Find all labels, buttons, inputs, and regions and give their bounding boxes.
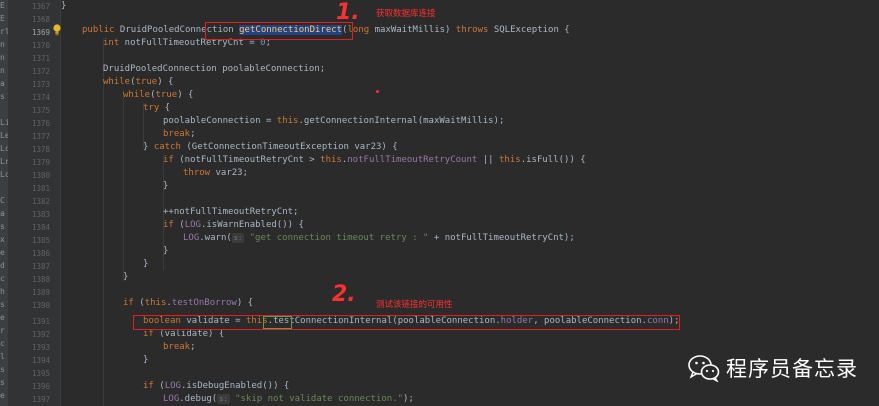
- project-tree-fragment[interactable]: h: [0, 286, 8, 298]
- line-number[interactable]: 1394: [16, 354, 50, 367]
- project-tree-fragment[interactable]: Lc: [0, 143, 8, 155]
- line-number[interactable]: 1391: [16, 315, 50, 328]
- line-number[interactable]: 1389: [16, 286, 50, 299]
- code-line-1380[interactable]: throw var23;: [183, 167, 248, 180]
- line-number[interactable]: 1379: [16, 156, 50, 169]
- project-tree-fragment[interactable]: e: [0, 312, 8, 324]
- project-tree-fragment[interactable]: E: [0, 13, 8, 25]
- code-line-1372[interactable]: DruidPooledConnection poolableConnection…: [103, 63, 325, 76]
- project-tree-fragment[interactable]: s: [0, 364, 8, 376]
- annotation-label-1: 获取数据库连接: [376, 9, 436, 19]
- line-number[interactable]: 1397: [16, 393, 50, 406]
- line-number[interactable]: 1373: [16, 78, 50, 91]
- line-number[interactable]: 1396: [16, 380, 50, 393]
- project-tree-fragment[interactable]: e: [0, 390, 8, 402]
- editor-gutter: 1367 1368 1369 1370 1371 1372 1373 1374 1375 1376…: [8, 0, 61, 406]
- annotation-number-2: 2.: [332, 282, 356, 307]
- annotation-box-test-connection: [133, 315, 680, 330]
- code-line-1387[interactable]: }: [143, 258, 148, 271]
- project-tree-fragment[interactable]: s: [0, 221, 8, 233]
- annotation-dot: [376, 90, 379, 93]
- wechat-watermark: 程序员备忘录: [688, 348, 858, 388]
- project-tree-fragment[interactable]: rl: [0, 26, 8, 38]
- code-line-1376[interactable]: poolableConnection = this.getConnectionI…: [163, 115, 504, 128]
- project-tree-fragment[interactable]: l: [0, 351, 8, 363]
- code-line-1373[interactable]: while(true) {: [103, 76, 173, 89]
- line-number[interactable]: 1371: [16, 52, 50, 65]
- indent-guide: [123, 90, 124, 280]
- code-line-1375[interactable]: try {: [143, 102, 170, 115]
- search-match-highlight: [263, 316, 292, 329]
- code-line-1367[interactable]: }: [61, 0, 66, 13]
- project-tree-fragment[interactable]: C: [0, 195, 8, 207]
- line-number[interactable]: 1381: [16, 182, 50, 195]
- code-line-1381[interactable]: }: [163, 180, 168, 193]
- project-tree-fragment[interactable]: Lc: [0, 169, 8, 181]
- project-tree-fragment[interactable]: e: [0, 247, 8, 259]
- project-tree-fragment[interactable]: c: [0, 338, 8, 350]
- project-tree-fragment[interactable]: E: [0, 0, 8, 12]
- indent-guide: [103, 38, 104, 406]
- code-line-1388[interactable]: }: [123, 271, 128, 284]
- project-tree-fragment[interactable]: Li: [0, 117, 8, 129]
- line-number[interactable]: 1378: [16, 143, 50, 156]
- line-number[interactable]: 1382: [16, 195, 50, 208]
- line-number[interactable]: 1380: [16, 169, 50, 182]
- line-number[interactable]: 1369: [16, 26, 50, 39]
- line-number[interactable]: 1372: [16, 65, 50, 78]
- code-line-1390[interactable]: if (this.testOnBorrow) {: [123, 297, 253, 310]
- code-line-1378[interactable]: } catch (GetConnectionTimeoutException v…: [143, 141, 398, 154]
- project-tree-fragment[interactable]: c: [0, 273, 8, 285]
- wechat-icon: [688, 355, 720, 382]
- project-tree-fragment[interactable]: r: [0, 325, 8, 337]
- line-number[interactable]: 1393: [16, 341, 50, 354]
- code-editor[interactable]: } public DruidPooledConnection getConnec…: [61, 0, 879, 406]
- line-number[interactable]: 1384: [16, 221, 50, 234]
- project-tree-fragment[interactable]: x: [0, 234, 8, 246]
- line-number[interactable]: 1387: [16, 260, 50, 273]
- line-number[interactable]: 1388: [16, 273, 50, 286]
- code-line-1374[interactable]: while(true) {: [123, 89, 193, 102]
- project-tree-fragment[interactable]: s: [0, 377, 8, 389]
- line-number[interactable]: 1377: [16, 130, 50, 143]
- annotation-box-get-connection: [205, 22, 353, 40]
- line-number[interactable]: 1376: [16, 117, 50, 130]
- project-tree-fragment[interactable]: d: [0, 260, 8, 272]
- code-line-1384[interactable]: if (LOG.isWarnEnabled()) {: [163, 219, 304, 232]
- code-line-1393[interactable]: break;: [163, 341, 196, 354]
- line-number[interactable]: 1374: [16, 91, 50, 104]
- project-tree-fragment[interactable]: a: [0, 78, 8, 90]
- line-number[interactable]: 1383: [16, 208, 50, 221]
- line-number[interactable]: 1392: [16, 328, 50, 341]
- code-line-1383[interactable]: ++notFullTimeoutRetryCnt;: [163, 206, 298, 219]
- line-number[interactable]: 1375: [16, 104, 50, 117]
- line-number[interactable]: 1367: [16, 0, 50, 13]
- project-tree-fragment[interactable]: n: [0, 52, 8, 64]
- code-line-1397[interactable]: LOG.debug(s: "skip not validate connecti…: [163, 393, 414, 406]
- code-line-1396[interactable]: if (LOG.isDebugEnabled()) {: [143, 380, 289, 393]
- code-line-1377[interactable]: break;: [163, 128, 196, 141]
- code-line-1394[interactable]: }: [143, 354, 148, 367]
- project-tree-fragment[interactable]: s: [0, 91, 8, 103]
- parameter-hint: s:: [217, 394, 230, 404]
- line-number[interactable]: 1385: [16, 234, 50, 247]
- annotation-label-2: 测试该链接的可用性: [376, 300, 453, 310]
- line-number[interactable]: 1386: [16, 247, 50, 260]
- line-number[interactable]: 1368: [16, 13, 50, 26]
- project-tree-fragment[interactable]: a: [0, 208, 8, 220]
- code-line-1379[interactable]: if (notFullTimeoutRetryCnt > this.notFul…: [163, 154, 586, 167]
- line-number[interactable]: 1370: [16, 39, 50, 52]
- line-number[interactable]: 1390: [16, 299, 50, 312]
- code-line-1385[interactable]: LOG.warn(s: "get connection timeout retr…: [183, 232, 575, 245]
- code-line-1386[interactable]: }: [163, 245, 168, 258]
- project-tree-fragment[interactable]: Lr: [0, 156, 8, 168]
- watermark-text: 程序员备忘录: [726, 357, 858, 381]
- project-tree-fragment[interactable]: n: [0, 65, 8, 77]
- project-tree-fragment[interactable]: s: [0, 299, 8, 311]
- annotation-number-1: 1.: [336, 0, 360, 25]
- project-tree-fragment[interactable]: n: [0, 39, 8, 51]
- parameter-hint: s:: [231, 233, 245, 243]
- project-tree-fragment[interactable]: Le: [0, 130, 8, 142]
- line-number[interactable]: 1395: [16, 367, 50, 380]
